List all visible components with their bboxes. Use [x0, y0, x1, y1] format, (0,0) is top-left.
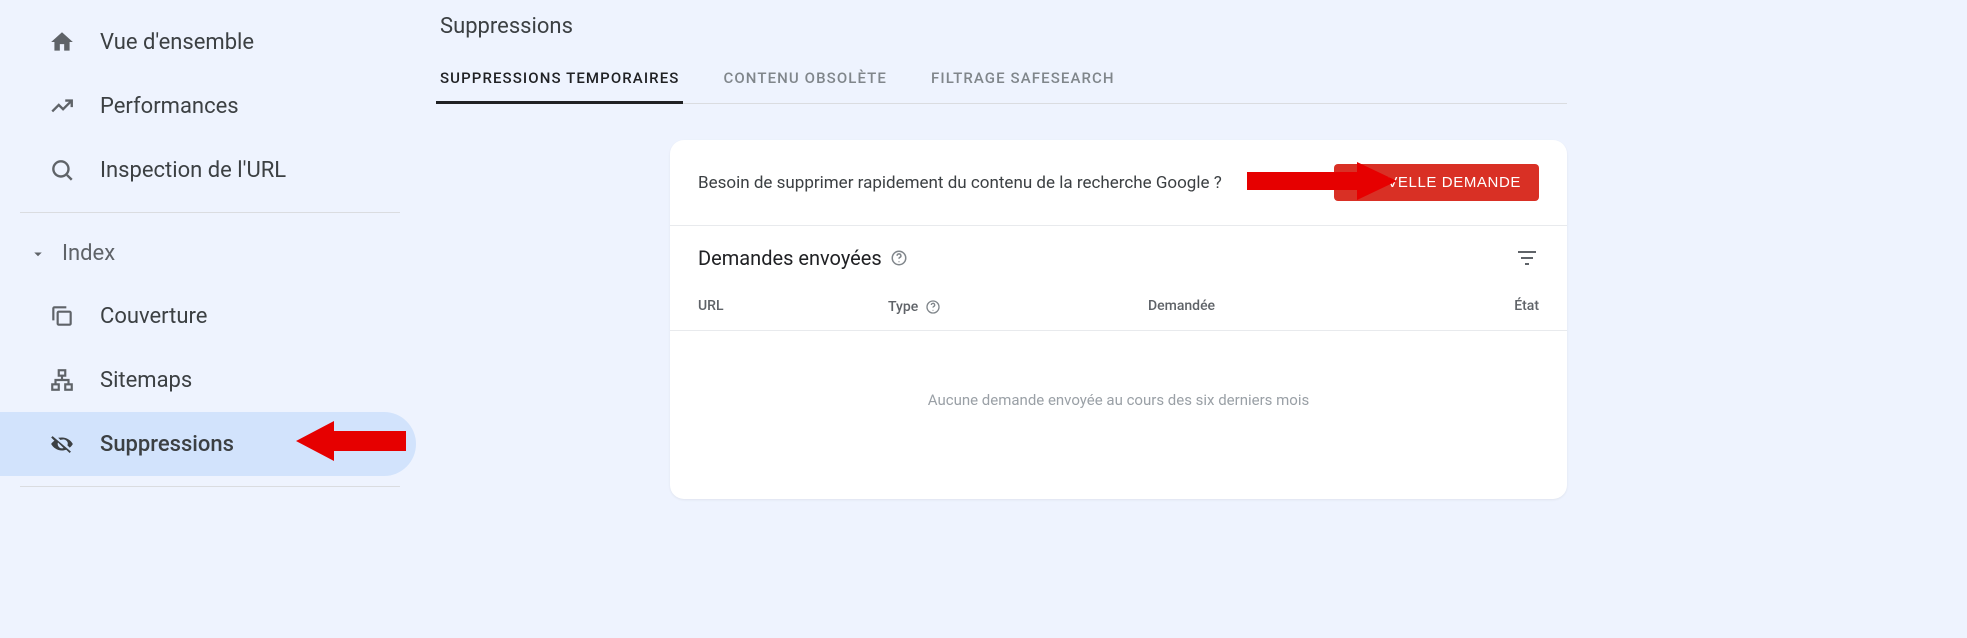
card-header: Besoin de supprimer rapidement du conten… [670, 140, 1567, 226]
column-header-type-label: Type [888, 299, 918, 315]
sidebar-section-index[interactable]: Index [0, 223, 420, 284]
column-header-url: URL [698, 298, 888, 316]
filter-icon[interactable] [1515, 246, 1539, 270]
sidebar-item-label: Couverture [100, 304, 207, 329]
table-header-row: URL Type Demandée État [670, 284, 1567, 331]
column-header-date: Demandée [1148, 298, 1408, 316]
main-content: Suppressions Suppressions temporaires Co… [420, 0, 1967, 638]
empty-state: Aucune demande envoyée au cours des six … [670, 331, 1567, 499]
column-header-state: État [1408, 298, 1539, 316]
sitemap-icon [48, 366, 76, 394]
help-icon[interactable] [890, 249, 908, 267]
sidebar-item-coverage[interactable]: Couverture [0, 284, 416, 348]
new-request-button[interactable]: NOUVELLE DEMANDE [1334, 164, 1539, 201]
divider [20, 212, 400, 213]
sidebar-item-url-inspection[interactable]: Inspection de l'URL [0, 138, 416, 202]
divider [20, 486, 400, 487]
home-icon [48, 28, 76, 56]
copy-icon [48, 302, 76, 330]
sidebar: Vue d'ensemble Performances Inspection d… [0, 0, 420, 638]
search-icon [48, 156, 76, 184]
chevron-down-icon [28, 244, 48, 264]
annotation-arrow-icon [296, 415, 406, 473]
page-title: Suppressions [436, 14, 1967, 55]
visibility-off-icon [48, 430, 76, 458]
sidebar-item-performance[interactable]: Performances [0, 74, 416, 138]
card-subheader: Demandes envoyées [670, 226, 1567, 284]
sidebar-item-label: Vue d'ensemble [100, 30, 254, 55]
help-icon[interactable] [924, 298, 942, 316]
tabs: Suppressions temporaires Contenu obsolèt… [436, 55, 1567, 104]
sidebar-item-sitemaps[interactable]: Sitemaps [0, 348, 416, 412]
tab-safesearch-filtering[interactable]: Filtrage SafeSearch [927, 55, 1119, 104]
trending-up-icon [48, 92, 76, 120]
sidebar-item-label: Suppressions [100, 432, 234, 457]
sidebar-item-label: Performances [100, 94, 239, 119]
card-subtitle: Demandes envoyées [698, 246, 908, 270]
tab-temporary-removals[interactable]: Suppressions temporaires [436, 55, 683, 104]
card-prompt: Besoin de supprimer rapidement du conten… [698, 173, 1222, 193]
tab-outdated-content[interactable]: Contenu obsolète [719, 55, 891, 104]
sidebar-item-overview[interactable]: Vue d'ensemble [0, 10, 416, 74]
sidebar-item-label: Sitemaps [100, 368, 192, 393]
sidebar-section-label: Index [62, 241, 115, 266]
requests-card: Besoin de supprimer rapidement du conten… [670, 140, 1567, 499]
column-header-type: Type [888, 298, 1148, 316]
sidebar-item-removals[interactable]: Suppressions [0, 412, 416, 476]
card-subtitle-text: Demandes envoyées [698, 246, 882, 270]
sidebar-item-label: Inspection de l'URL [100, 158, 286, 183]
